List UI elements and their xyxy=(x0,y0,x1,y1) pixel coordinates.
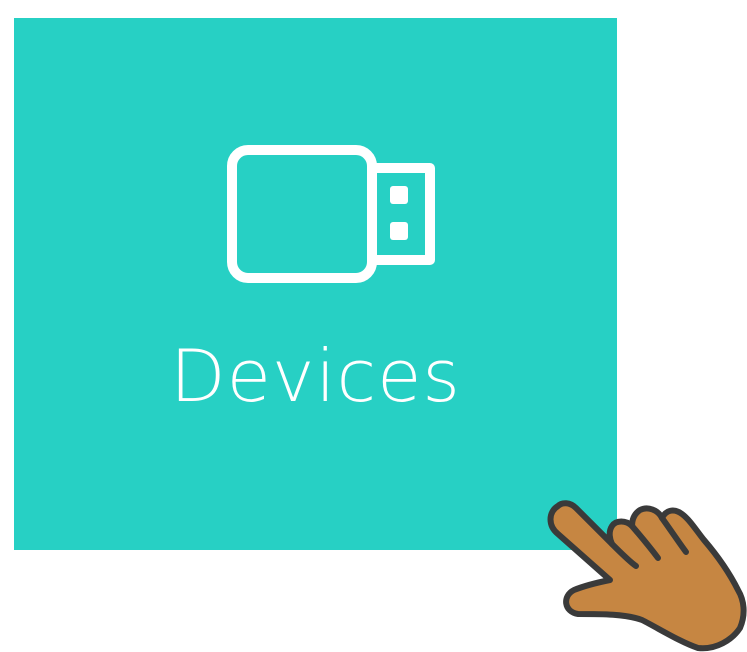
devices-tile-button[interactable]: Devices xyxy=(14,18,617,550)
usb-drive-icon xyxy=(227,145,435,283)
devices-label: Devices xyxy=(170,334,461,418)
pointing-hand-icon xyxy=(547,500,747,652)
screen: Devices xyxy=(0,0,747,652)
